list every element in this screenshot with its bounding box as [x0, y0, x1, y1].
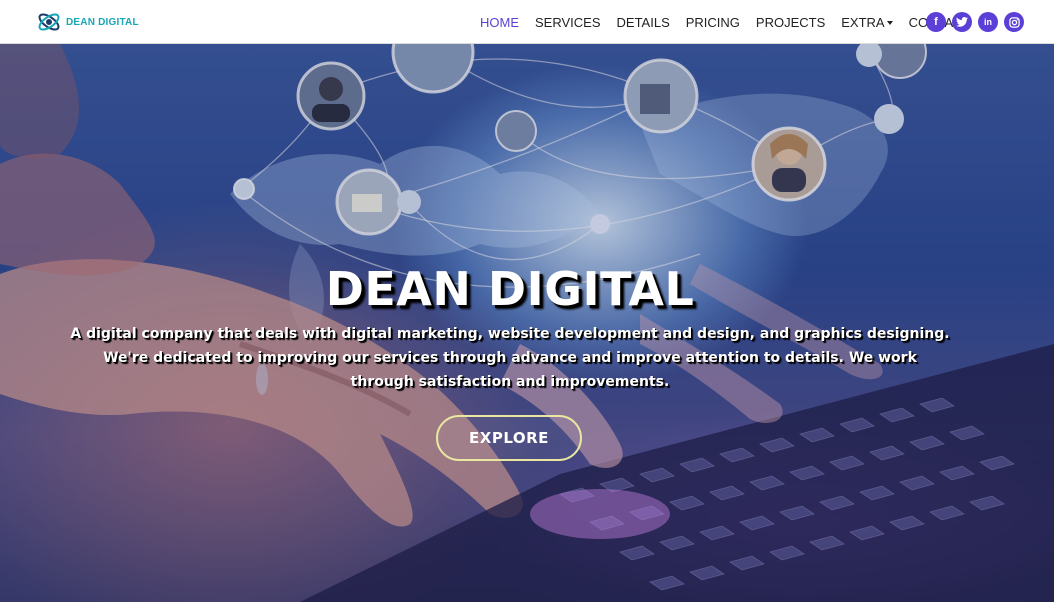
hero-section: DEAN DIGITAL A digital company that deal… — [0, 44, 1054, 602]
main-nav: HOME SERVICES DETAILS PRICING PROJECTS E… — [480, 0, 986, 44]
nav-services[interactable]: SERVICES — [535, 15, 601, 30]
social-links: f in — [926, 12, 1030, 32]
instagram-icon[interactable] — [1004, 12, 1024, 32]
twitter-icon[interactable] — [952, 12, 972, 32]
facebook-icon[interactable]: f — [926, 12, 946, 32]
logo-atom-icon — [36, 10, 62, 34]
nav-extra-dropdown[interactable]: EXTRA — [841, 14, 893, 30]
brand-logo[interactable]: DEAN DIGITAL — [36, 10, 139, 34]
navbar: DEAN DIGITAL HOME SERVICES DETAILS PRICI… — [0, 0, 1054, 44]
linkedin-icon[interactable]: in — [978, 12, 998, 32]
caret-down-icon — [886, 21, 893, 26]
hero-description: A digital company that deals with digita… — [70, 326, 950, 390]
nav-pricing[interactable]: PRICING — [686, 15, 740, 30]
nav-details[interactable]: DETAILS — [617, 15, 670, 30]
nav-extra-label: EXTRA — [841, 14, 885, 30]
nav-projects[interactable]: PROJECTS — [756, 15, 825, 30]
nav-home[interactable]: HOME — [480, 15, 519, 30]
explore-button[interactable]: EXPLORE — [436, 415, 582, 461]
hero-title: DEAN DIGITAL — [325, 262, 695, 316]
brand-name: DEAN DIGITAL — [66, 16, 139, 28]
